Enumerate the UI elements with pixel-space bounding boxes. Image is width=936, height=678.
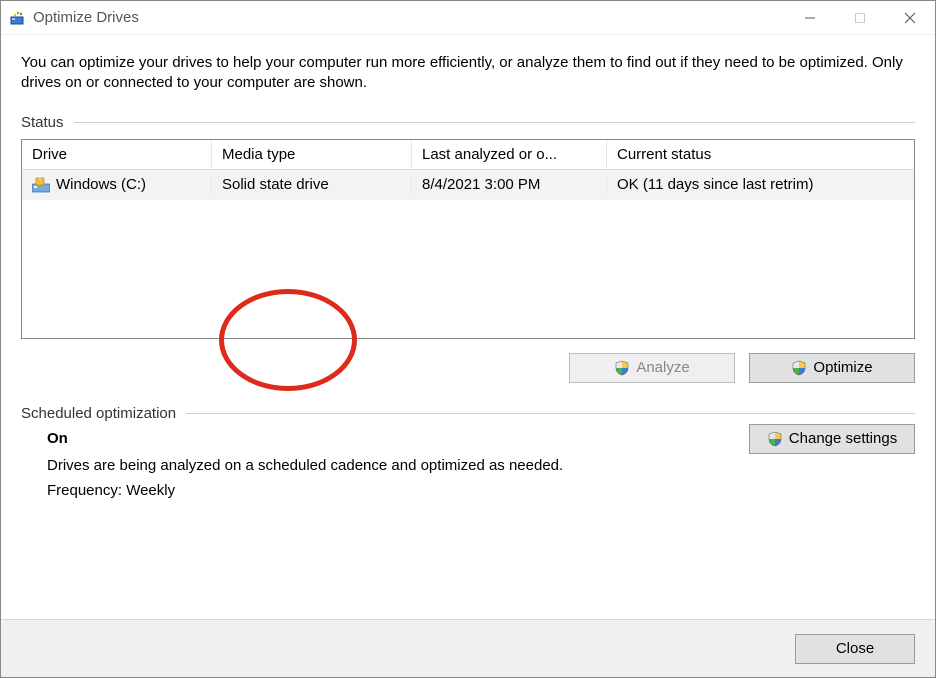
- uac-shield-icon: [614, 360, 630, 376]
- window-title: Optimize Drives: [33, 9, 139, 26]
- title-bar: Optimize Drives: [1, 1, 935, 35]
- analyze-button: Analyze: [569, 353, 735, 383]
- scheduled-divider: [186, 413, 915, 414]
- minimize-button[interactable]: [785, 1, 835, 35]
- scheduled-frequency: Frequency: Weekly: [47, 482, 749, 499]
- status-section-label: Status: [21, 114, 915, 131]
- scheduled-section-label: Scheduled optimization: [21, 405, 915, 422]
- client-area: You can optimize your drives to help you…: [1, 35, 935, 619]
- close-button-label: Close: [836, 640, 874, 657]
- scheduled-label-text: Scheduled optimization: [21, 405, 176, 422]
- col-header-drive[interactable]: Drive: [22, 140, 212, 169]
- defrag-icon: [9, 10, 25, 26]
- scheduled-info: On Drives are being analyzed on a schedu…: [21, 430, 749, 507]
- change-settings-button[interactable]: Change settings: [749, 424, 915, 454]
- drives-listview[interactable]: Drive Media type Last analyzed or o... C…: [21, 139, 915, 339]
- optimize-button[interactable]: Optimize: [749, 353, 915, 383]
- col-header-current-status[interactable]: Current status: [607, 140, 914, 169]
- close-button[interactable]: Close: [795, 634, 915, 664]
- drive-cell-name: Windows (C:): [22, 176, 212, 193]
- intro-text: You can optimize your drives to help you…: [21, 53, 915, 94]
- status-divider: [74, 122, 915, 123]
- drive-icon: [32, 177, 50, 193]
- col-header-media-type[interactable]: Media type: [212, 140, 412, 169]
- uac-shield-icon: [767, 431, 783, 447]
- optimize-drives-window: Optimize Drives You can optimize your dr…: [0, 0, 936, 678]
- maximize-button: [835, 1, 885, 35]
- scheduled-state: On: [47, 430, 749, 447]
- optimize-button-label: Optimize: [813, 359, 872, 376]
- status-label-text: Status: [21, 114, 64, 131]
- change-settings-button-label: Change settings: [789, 430, 897, 447]
- scheduled-description: Drives are being analyzed on a scheduled…: [47, 457, 749, 474]
- close-window-button[interactable]: [885, 1, 935, 35]
- col-header-last-analyzed[interactable]: Last analyzed or o...: [412, 140, 607, 169]
- drive-name-text: Windows (C:): [56, 176, 146, 193]
- drive-cell-media-type: Solid state drive: [212, 176, 412, 193]
- dialog-footer: Close: [1, 619, 935, 677]
- analyze-button-label: Analyze: [636, 359, 689, 376]
- drive-row[interactable]: Windows (C:) Solid state drive 8/4/2021 …: [22, 170, 914, 200]
- drive-cell-current-status: OK (11 days since last retrim): [607, 176, 914, 193]
- uac-shield-icon: [791, 360, 807, 376]
- drive-cell-last-analyzed: 8/4/2021 3:00 PM: [412, 176, 607, 193]
- drives-header-row: Drive Media type Last analyzed or o... C…: [22, 140, 914, 170]
- drive-actions-row: Analyze Optimize: [21, 353, 915, 383]
